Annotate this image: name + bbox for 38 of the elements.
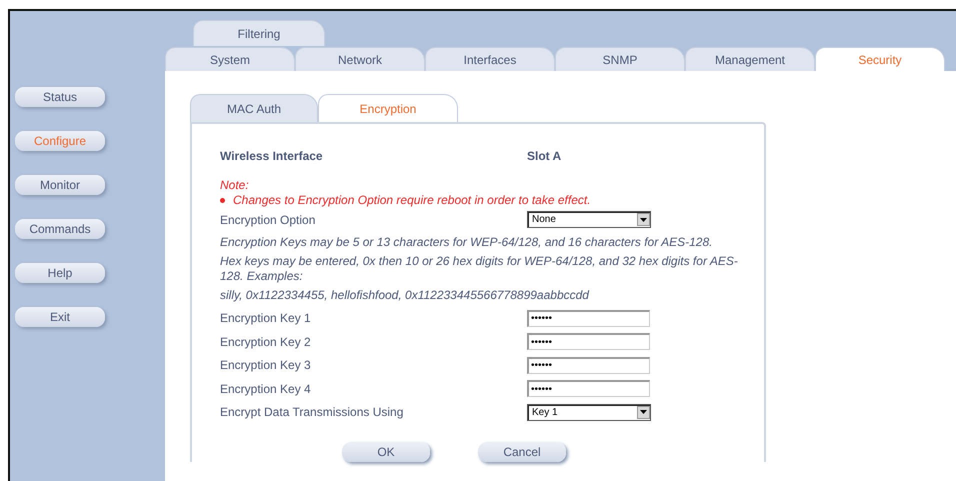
- action-button[interactable]: Cancel: [478, 442, 566, 462]
- tab[interactable]: Interfaces: [425, 47, 555, 71]
- dropdown[interactable]: Key 1: [527, 404, 651, 421]
- nav-button[interactable]: Exit: [15, 307, 105, 327]
- nav-button[interactable]: Commands: [15, 219, 105, 239]
- hint-text: Hex keys may be entered, 0x then 10 or 26 hex digits for WEP-64/128, and 32 hex digits for AES-128. Examples:: [220, 254, 739, 284]
- caret-icon: [637, 406, 650, 419]
- field-label: Wireless Interface: [220, 149, 324, 163]
- tab[interactable]: Network: [295, 47, 425, 71]
- note-title: Note:: [220, 178, 250, 192]
- note-text: Changes to Encryption Option require reboot in order to take effect.: [233, 193, 591, 207]
- nav-button[interactable]: Status: [15, 87, 105, 107]
- dropdown[interactable]: None: [527, 211, 651, 228]
- password-field[interactable]: ••••••: [527, 356, 650, 374]
- caret-icon: [637, 213, 650, 226]
- field-label: Encryption Key 3: [220, 358, 312, 372]
- tab[interactable]: Security: [815, 47, 945, 71]
- field-label: Encryption Key 1: [220, 311, 312, 326]
- tab[interactable]: Filtering: [193, 20, 325, 46]
- field-label: Encryption Option: [220, 212, 316, 227]
- tab[interactable]: SNMP: [555, 47, 685, 71]
- tab[interactable]: Management: [685, 47, 815, 71]
- action-button[interactable]: OK: [342, 442, 430, 462]
- tab[interactable]: Encryption: [318, 94, 458, 122]
- field-label: Encryption Key 4: [220, 382, 312, 396]
- password-field[interactable]: ••••••: [527, 333, 650, 350]
- field-label: Encryption Key 2: [220, 334, 312, 349]
- password-field[interactable]: ••••••: [527, 310, 650, 327]
- tab[interactable]: MAC Auth: [190, 94, 318, 122]
- field-value: Slot A: [527, 149, 562, 163]
- hint-text: silly, 0x1122334455, hellofishfood, 0x112233445566778899aabbccdd: [220, 288, 590, 302]
- field-label: Encrypt Data Transmissions Using: [220, 405, 404, 420]
- password-field[interactable]: ••••••: [527, 380, 650, 398]
- nav-button[interactable]: Monitor: [15, 175, 105, 195]
- bullet-icon: [220, 198, 225, 202]
- tab[interactable]: System: [165, 47, 295, 71]
- hint-text: Encryption Keys may be 5 or 13 characters for WEP-64/128, and 16 characters for AES-128.: [220, 234, 714, 250]
- nav-button[interactable]: Help: [15, 263, 105, 283]
